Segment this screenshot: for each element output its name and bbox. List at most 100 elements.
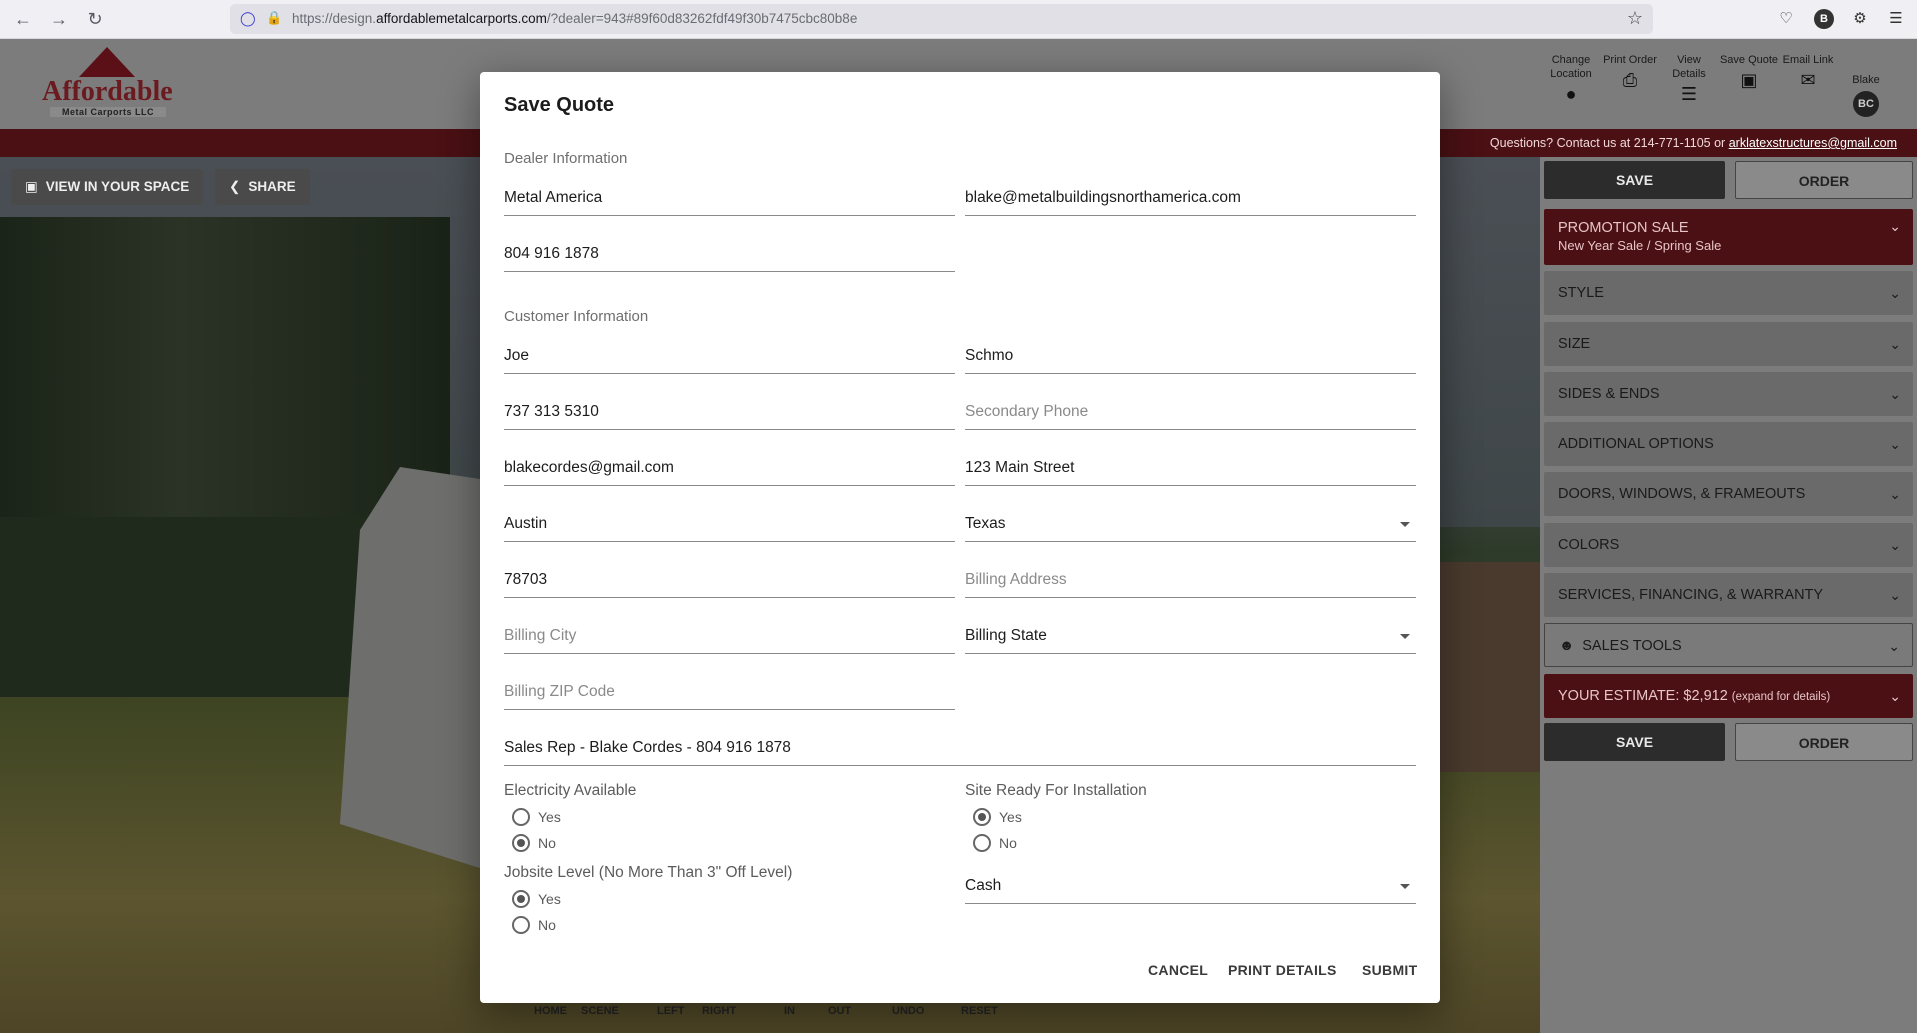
save-quote-button[interactable]: Save Quote ▣: [1719, 53, 1779, 89]
view-in-space-button[interactable]: ▣ VIEW IN YOUR SPACE: [11, 169, 204, 205]
promotion-sale-section[interactable]: PROMOTION SALE New Year Sale / Spring Sa…: [1544, 209, 1913, 265]
jobsite-yes-radio[interactable]: Yes: [504, 888, 561, 910]
email-field[interactable]: blakecordes@gmail.com: [504, 446, 955, 486]
sales-rep-field[interactable]: Sales Rep - Blake Cordes - 804 916 1878: [504, 726, 1416, 766]
contact-email-link[interactable]: arklatexstructures@gmail.com: [1729, 136, 1897, 150]
dealer-phone-field[interactable]: 804 916 1878: [504, 232, 955, 272]
last-name-field[interactable]: Schmo: [965, 334, 1416, 374]
state-select[interactable]: Texas: [965, 502, 1416, 542]
site-ready-label: Site Ready For Installation: [965, 782, 1147, 799]
company-logo[interactable]: Affordable Metal Carports LLC: [42, 47, 173, 121]
person-icon: ☻: [1559, 638, 1575, 654]
payment-method-value: Cash: [965, 877, 1002, 894]
sales-tools-label: SALES TOOLS: [1582, 638, 1682, 654]
zoom-out-control[interactable]: OUT: [828, 1005, 851, 1017]
phone-value: 737 313 5310: [504, 403, 599, 420]
right-control[interactable]: RIGHT: [702, 1005, 736, 1017]
style-section[interactable]: STYLE ⌄: [1544, 271, 1913, 315]
save-button-bottom[interactable]: SAVE: [1544, 723, 1725, 761]
cancel-button[interactable]: CANCEL: [1148, 962, 1208, 978]
share-button[interactable]: ❮ SHARE: [215, 169, 310, 205]
zoom-in-control[interactable]: IN: [784, 1005, 795, 1017]
url-text[interactable]: https://design.affordablemetalcarports.c…: [292, 11, 857, 26]
menu-icon[interactable]: ☰: [1886, 9, 1906, 29]
forward-icon[interactable]: →: [48, 8, 70, 30]
radio-checked-icon: [512, 890, 530, 908]
chevron-down-icon: ⌄: [1889, 537, 1901, 553]
list-icon: ☰: [1680, 84, 1698, 104]
site-ready-yes-radio[interactable]: Yes: [965, 806, 1022, 828]
services-section[interactable]: SERVICES, FINANCING, & WARRANTY ⌄: [1544, 573, 1913, 617]
view-in-space-label: VIEW IN YOUR SPACE: [45, 179, 190, 194]
radio-checked-icon: [973, 808, 991, 826]
billing-city-field[interactable]: Billing City: [504, 614, 955, 654]
payment-method-select[interactable]: Cash: [965, 864, 1416, 904]
site-ready-no-radio[interactable]: No: [965, 832, 1017, 854]
secondary-phone-placeholder: Secondary Phone: [965, 403, 1089, 420]
estimate-note: (expand for details): [1731, 691, 1831, 703]
save-button[interactable]: SAVE: [1544, 161, 1725, 199]
user-menu-button[interactable]: Blake BC: [1836, 73, 1896, 117]
jobsite-no-radio[interactable]: No: [504, 914, 556, 936]
last-name-value: Schmo: [965, 347, 1014, 364]
dropdown-arrow-icon: [1400, 634, 1410, 639]
sides-ends-section[interactable]: SIDES & ENDS ⌄: [1544, 372, 1913, 416]
extensions-icon[interactable]: ⚙: [1850, 9, 1870, 29]
additional-options-section[interactable]: ADDITIONAL OPTIONS ⌄: [1544, 422, 1913, 466]
dealer-email-field[interactable]: blake@metalbuildingsnorthamerica.com: [965, 176, 1416, 216]
sales-tools-section[interactable]: ☻ SALES TOOLS ⌄: [1544, 623, 1913, 667]
reset-control[interactable]: RESET: [961, 1005, 998, 1017]
sides-ends-label: SIDES & ENDS: [1558, 386, 1660, 402]
profile-icon[interactable]: B: [1814, 9, 1834, 29]
billing-city-placeholder: Billing City: [504, 627, 577, 644]
view-details-button[interactable]: View Details ☰: [1659, 53, 1719, 104]
dealer-name-field[interactable]: Metal America: [504, 176, 955, 216]
lock-icon[interactable]: 🔒: [266, 10, 282, 26]
dealer-info-header: Dealer Information: [504, 150, 628, 167]
change-location-button[interactable]: Change Location ●: [1541, 53, 1601, 103]
order-button[interactable]: ORDER: [1735, 161, 1913, 199]
address-field[interactable]: 123 Main Street: [965, 446, 1416, 486]
estimate-section[interactable]: YOUR ESTIMATE: $2,912 (expand for detail…: [1544, 674, 1913, 718]
city-field[interactable]: Austin: [504, 502, 955, 542]
print-order-label: Print Order: [1603, 54, 1657, 66]
left-control[interactable]: LEFT: [657, 1005, 685, 1017]
phone-field[interactable]: 737 313 5310: [504, 390, 955, 430]
home-control[interactable]: HOME: [534, 1005, 567, 1017]
print-order-button[interactable]: Print Order ⎙: [1600, 53, 1660, 89]
additional-options-label: ADDITIONAL OPTIONS: [1558, 436, 1714, 452]
logo-roof-graphic: [79, 47, 135, 77]
back-icon[interactable]: ←: [12, 8, 34, 30]
print-details-button[interactable]: PRINT DETAILS: [1228, 962, 1337, 978]
dropdown-arrow-icon: [1400, 522, 1410, 527]
secondary-phone-field[interactable]: Secondary Phone: [965, 390, 1416, 430]
email-link-button[interactable]: Email Link ✉: [1778, 53, 1838, 89]
scene-control[interactable]: SCENE: [581, 1005, 619, 1017]
electricity-yes-radio[interactable]: Yes: [504, 806, 561, 828]
doors-windows-section[interactable]: DOORS, WINDOWS, & FRAMEOUTS ⌄: [1544, 472, 1913, 516]
zip-field[interactable]: 78703: [504, 558, 955, 598]
undo-control[interactable]: UNDO: [892, 1005, 924, 1017]
billing-address-placeholder: Billing Address: [965, 571, 1067, 588]
scene-trees: [0, 217, 450, 537]
billing-address-field[interactable]: Billing Address: [965, 558, 1416, 598]
colors-section[interactable]: COLORS ⌄: [1544, 523, 1913, 567]
electricity-no-radio[interactable]: No: [504, 832, 556, 854]
size-section[interactable]: SIZE ⌄: [1544, 322, 1913, 366]
colors-label: COLORS: [1558, 537, 1620, 553]
submit-button[interactable]: SUBMIT: [1362, 962, 1417, 978]
electricity-label: Electricity Available: [504, 782, 637, 799]
electricity-no-label: No: [538, 835, 556, 851]
pocket-icon[interactable]: ♡: [1776, 9, 1796, 29]
first-name-field[interactable]: Joe: [504, 334, 955, 374]
reload-icon[interactable]: ↻: [84, 8, 106, 30]
logo-subtitle: Metal Carports LLC: [50, 107, 166, 117]
dealer-phone-value: 804 916 1878: [504, 245, 599, 262]
configurator-panel: SAVE ORDER PROMOTION SALE New Year Sale …: [1540, 157, 1917, 1033]
order-button-bottom[interactable]: ORDER: [1735, 723, 1913, 761]
bookmark-star-icon[interactable]: ☆: [1627, 8, 1643, 29]
shield-icon[interactable]: ◯: [240, 10, 256, 27]
billing-state-select[interactable]: Billing State: [965, 614, 1416, 654]
address-bar[interactable]: ◯ 🔒 https://design.affordablemetalcarpor…: [230, 4, 1653, 34]
billing-zip-field[interactable]: Billing ZIP Code: [504, 670, 955, 710]
